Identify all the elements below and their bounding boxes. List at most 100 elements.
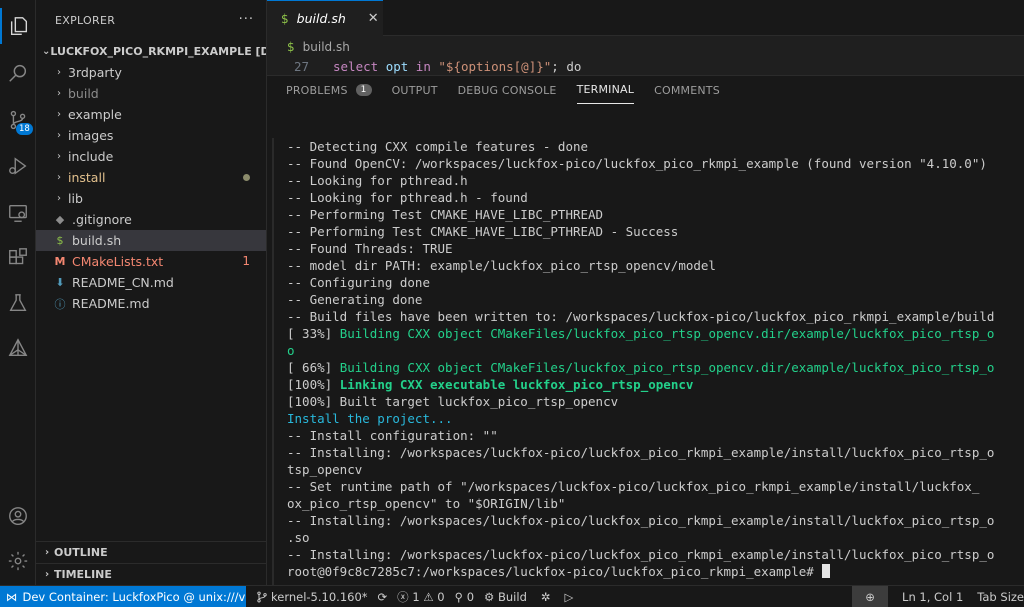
tree-folder-include[interactable]: › include (36, 146, 266, 167)
problems-indicator[interactable]: ⓧ 1 ⚠ 0 (397, 589, 444, 605)
code-keyword: in (415, 59, 431, 74)
tree-folder-build[interactable]: › build (36, 83, 266, 104)
tree-folder-3rdparty[interactable]: › 3rdparty (36, 62, 266, 83)
timeline-section[interactable]: › TIMELINE (36, 563, 267, 585)
testing-icon[interactable] (0, 285, 36, 321)
tree-folder-example[interactable]: › example (36, 104, 266, 125)
terminal-text: [100%] Built target luckfox_pico_rtsp_op… (287, 394, 619, 409)
terminal-progress: [ 33%] (287, 326, 340, 341)
tree-item-label: README.md (72, 296, 150, 311)
terminal-line: [ 33%] Building CXX object CMakeFiles/lu… (287, 325, 1024, 342)
terminal-line: -- Configuring done (287, 274, 1024, 291)
terminal-prompt[interactable]: root@0f9c8c7285c7:/workspaces/luckfox-pi… (287, 563, 1024, 580)
gitignore-icon: ◆ (55, 213, 65, 226)
terminal-text: ox_pico_rtsp_opencv" to "$ORIGIN/lib" (287, 496, 566, 511)
terminal-line: -- Generating done (287, 291, 1024, 308)
chevron-right-icon: › (57, 193, 61, 204)
project-root[interactable]: ⌄ LUCKFOX_PICO_RKMPI_EXAMPLE [DEV ... (36, 40, 266, 62)
terminal-text: -- Found Threads: TRUE (287, 241, 453, 256)
terminal-text: -- model dir PATH: example/luckfox_pico_… (287, 258, 716, 273)
tree-file-cmakelists[interactable]: M CMakeLists.txt 1 (36, 251, 266, 272)
ports-indicator[interactable]: ⚲ 0 (455, 590, 474, 604)
sync-icon[interactable]: ⟳ (378, 590, 388, 604)
editor-area: $ build.sh ✕ $ build.sh 27 select opt in… (267, 0, 1024, 75)
tab-size[interactable]: Tab Size (977, 590, 1024, 604)
branch-label: kernel-5.10.160* (271, 589, 368, 604)
tree-file-gitignore[interactable]: ◆ .gitignore (36, 209, 266, 230)
terminal-text: -- Install configuration: "" (287, 428, 498, 443)
extensions-icon[interactable] (0, 240, 36, 276)
tree-item-label: lib (68, 191, 83, 206)
debug-icon[interactable]: ✲ (541, 590, 551, 604)
zoom-icon[interactable]: ⊕ (852, 586, 889, 607)
prompt-text: root@0f9c8c7285c7:/workspaces/luckfox-pi… (287, 564, 814, 579)
git-branch-icon (257, 591, 267, 602)
remote-explorer-icon[interactable] (0, 195, 36, 231)
terminal-text: -- Installing: /workspaces/luckfox-pico/… (287, 547, 995, 562)
chevron-right-icon: › (57, 67, 61, 78)
code-line[interactable]: 27 select opt in "${options[@]}"; do (267, 58, 1024, 75)
tree-file-readme-cn[interactable]: ⬇ README_CN.md (36, 272, 266, 293)
terminal-line: -- Install configuration: "" (287, 427, 1024, 444)
tree-folder-images[interactable]: › images (36, 125, 266, 146)
error-icon: ⓧ (397, 589, 409, 604)
tab-label: PROBLEMS (286, 83, 348, 97)
branch-indicator[interactable]: kernel-5.10.160* (256, 590, 368, 604)
close-icon[interactable]: ✕ (368, 11, 379, 26)
cursor-position[interactable]: Ln 1, Col 1 (902, 590, 963, 604)
account-icon[interactable] (0, 498, 36, 534)
settings-gear-icon[interactable] (0, 543, 36, 579)
explorer-icon[interactable] (0, 8, 36, 44)
terminal-text: -- Detecting CXX compile features - done (287, 139, 589, 154)
cmake-icon[interactable] (0, 330, 36, 366)
remote-indicator[interactable]: ⋈ Dev Container: LuckfoxPico @ unix:///v… (0, 585, 246, 607)
build-label: Build (498, 589, 527, 604)
build-button[interactable]: ⚙ Build (484, 590, 527, 604)
terminal-line: -- Performing Test CMAKE_HAVE_LIBC_PTHRE… (287, 206, 1024, 223)
outline-section[interactable]: › OUTLINE (36, 541, 267, 563)
tab-debug-console[interactable]: DEBUG CONSOLE (458, 76, 557, 104)
tab-comments[interactable]: COMMENTS (654, 76, 720, 104)
line-number: 27 (293, 59, 309, 74)
terminal-line: -- model dir PATH: example/luckfox_pico_… (287, 257, 1024, 274)
tab-terminal[interactable]: TERMINAL (576, 76, 635, 104)
ports-icon: ⚲ (454, 589, 464, 604)
tab-problems[interactable]: PROBLEMS 1 (286, 76, 372, 104)
search-icon[interactable] (0, 55, 36, 91)
shell-icon: $ (281, 11, 289, 26)
error-count: 1 (412, 589, 420, 604)
source-control-icon[interactable]: 18 (0, 102, 36, 138)
chevron-right-icon: › (57, 109, 61, 120)
shell-icon: $ (287, 40, 295, 54)
terminal-line: o (287, 342, 1024, 359)
terminal-text: -- Performing Test CMAKE_HAVE_LIBC_PTHRE… (287, 207, 604, 222)
tree-item-label: images (68, 128, 114, 143)
run-debug-icon[interactable] (0, 148, 36, 184)
more-actions-icon[interactable]: ··· (239, 12, 254, 27)
tree-file-readme[interactable]: ⓘ README.md (36, 293, 266, 314)
activity-bar: 18 (0, 0, 36, 585)
terminal-line: [ 66%] Building CXX object CMakeFiles/lu… (287, 359, 1024, 376)
tree-folder-lib[interactable]: › lib (36, 188, 266, 209)
tree-item-label: CMakeLists.txt (72, 254, 164, 269)
chevron-right-icon: › (44, 547, 50, 558)
tree-item-label: 3rdparty (68, 65, 122, 80)
code-variable: opt (385, 59, 409, 74)
terminal-line: Install the project... (287, 410, 1024, 427)
terminal-output[interactable]: -- Detecting CXX compile features - done… (287, 138, 1024, 586)
tree-file-build-sh[interactable]: $ build.sh (36, 230, 266, 251)
terminal-line: -- Performing Test CMAKE_HAVE_LIBC_PTHRE… (287, 223, 1024, 240)
terminal-line: .so (287, 529, 1024, 546)
run-icon[interactable]: ▷ (565, 590, 574, 604)
error-count: 1 (242, 254, 250, 268)
tab-output[interactable]: OUTPUT (392, 76, 438, 104)
terminal-line: -- Found Threads: TRUE (287, 240, 1024, 257)
chevron-right-icon: › (44, 569, 50, 580)
tab-label: build.sh (296, 11, 346, 26)
tree-folder-install[interactable]: › install (36, 167, 266, 188)
tab-build-sh[interactable]: $ build.sh ✕ (267, 0, 383, 36)
breadcrumb[interactable]: $ build.sh (267, 36, 1024, 58)
bottom-panel: PROBLEMS 1 OUTPUT DEBUG CONSOLE TERMINAL… (267, 75, 1024, 586)
terminal-text: -- Generating done (287, 292, 423, 307)
terminal-line: -- Looking for pthread.h (287, 172, 1024, 189)
